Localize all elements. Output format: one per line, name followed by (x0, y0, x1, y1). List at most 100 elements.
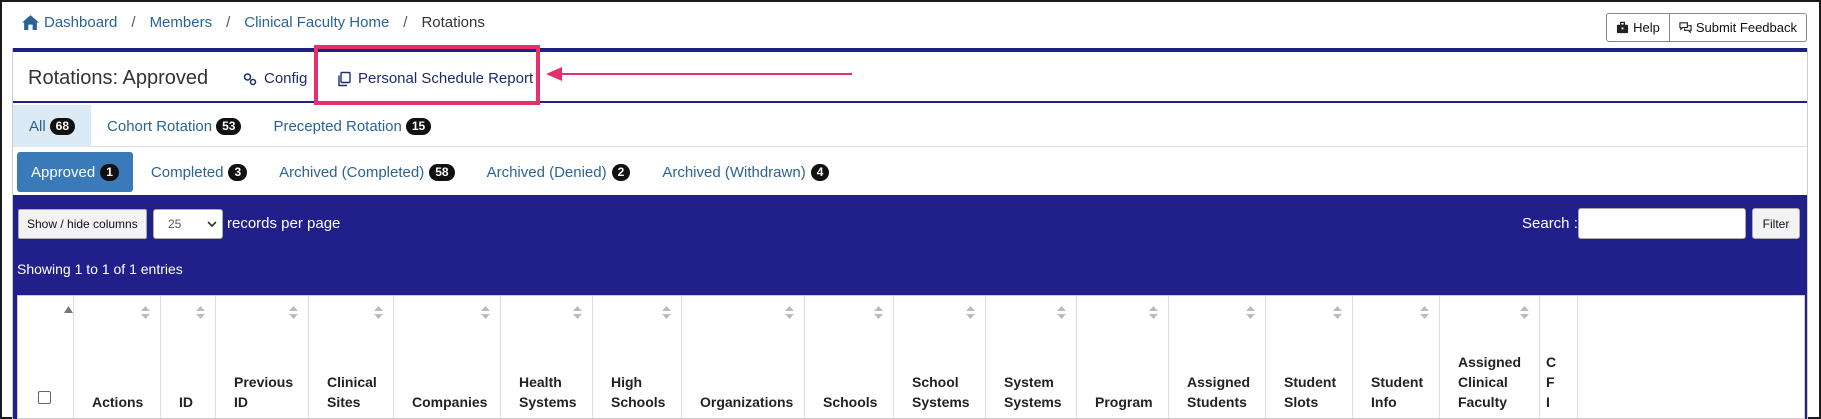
config-link[interactable]: Config (242, 70, 307, 87)
column-label-line: Actions (92, 394, 144, 410)
page-title: Rotations: Approved (28, 67, 209, 89)
count-badge: 68 (49, 117, 76, 135)
column-label-line: Schools (611, 394, 666, 410)
column-header-truncated[interactable]: CFI (1540, 296, 1578, 418)
column-label: Organizations (700, 392, 793, 412)
sort-icon (874, 306, 883, 319)
tab-approved[interactable]: Approved 1 (17, 152, 133, 192)
column-header-student-slots[interactable]: Student Slots (1266, 296, 1353, 418)
breadcrumb-separator: / (226, 14, 231, 31)
entries-info: Showing 1 to 1 of 1 entries (17, 261, 183, 277)
breadcrumb-separator: / (403, 14, 408, 31)
column-header-previous-id[interactable]: Previous ID (216, 296, 309, 418)
column-label: School Systems (912, 372, 970, 412)
column-label: Companies (412, 392, 487, 412)
column-label-line: ID (234, 394, 248, 410)
config-label: Config (264, 70, 308, 87)
column-label-line: Sites (327, 394, 361, 410)
count-badge: 1 (100, 163, 119, 181)
column-header-program[interactable]: Program (1077, 296, 1169, 418)
column-header-clinical-sites[interactable]: Clinical Sites (309, 296, 394, 418)
column-label-line: Assigned (1187, 374, 1251, 390)
tab-archived-denied[interactable]: Archived (Denied) 2 (473, 152, 645, 192)
tab-completed[interactable]: Completed 3 (137, 152, 261, 192)
sort-icon (141, 306, 150, 319)
panel-header: Rotations: Approved Config Personal Sche… (13, 52, 1807, 103)
sort-icon (1057, 306, 1066, 319)
column-label-line: Info (1371, 394, 1397, 410)
column-label-line: C (1546, 354, 1557, 370)
count-badge: 58 (429, 163, 455, 181)
tab-label: Approved (31, 163, 96, 181)
feedback-label: Submit Feedback (1695, 20, 1797, 35)
submit-feedback-button[interactable]: Submit Feedback (1669, 13, 1807, 42)
sort-icon (481, 306, 490, 319)
column-header-health-systems[interactable]: Health Systems (501, 296, 593, 418)
tab-archived-completed[interactable]: Archived (Completed) 58 (265, 152, 468, 192)
count-badge: 2 (611, 163, 631, 181)
column-label: Student Slots (1284, 372, 1336, 412)
select-all-checkbox[interactable] (38, 391, 51, 404)
column-header-high-schools[interactable]: High Schools (593, 296, 682, 418)
column-label-line: Previous (234, 374, 294, 390)
tab-label: Completed (150, 163, 224, 181)
column-label: Assigned Students (1187, 372, 1250, 412)
column-header-organizations[interactable]: Organizations (682, 296, 805, 418)
tab-cohort-rotation[interactable]: Cohort Rotation 53 (91, 105, 257, 147)
comments-icon (1679, 22, 1692, 34)
sort-icon (662, 306, 671, 319)
search-input[interactable] (1578, 208, 1746, 239)
help-label: Help (1633, 20, 1660, 35)
column-label-line: Organizations (700, 394, 794, 410)
column-header-assigned-students[interactable]: Assigned Students (1169, 296, 1266, 418)
column-header-assigned-clinical-faculty[interactable]: Assigned Clinical Faculty (1440, 296, 1540, 418)
column-header-school-systems[interactable]: School Systems (894, 296, 986, 418)
tab-archived-withdrawn[interactable]: Archived (Withdrawn) 4 (648, 152, 843, 192)
column-label: Schools (823, 392, 877, 412)
column-label-line: Student (1371, 374, 1424, 390)
sort-icon (289, 306, 298, 319)
count-badge: 15 (405, 117, 432, 135)
column-header-system-systems[interactable]: System Systems (986, 296, 1077, 418)
filter-button[interactable]: Filter (1752, 208, 1800, 239)
column-label-line: ID (179, 394, 193, 410)
breadcrumb-dashboard[interactable]: Dashboard (44, 14, 117, 31)
tab-all[interactable]: All 68 (13, 105, 92, 147)
column-header-actions[interactable]: Actions (74, 296, 161, 418)
column-header-schools[interactable]: Schools (805, 296, 894, 418)
annotation-arrow (546, 67, 852, 81)
breadcrumb-members[interactable]: Members (150, 14, 213, 31)
sort-icon (573, 306, 582, 319)
column-label-line: School (912, 374, 959, 390)
column-label-line: High (611, 374, 643, 390)
records-per-page-label: records per page (227, 215, 341, 232)
column-label: Health Systems (519, 372, 577, 412)
tab-label: Archived (Completed) (279, 163, 425, 181)
help-button[interactable]: Help (1606, 13, 1670, 42)
show-hide-columns-button[interactable]: Show / hide columns (18, 209, 147, 239)
column-label-line: Clinical (1458, 374, 1508, 390)
breadcrumb: Dashboard / Members / Clinical Faculty H… (22, 14, 485, 31)
column-label: High Schools (611, 372, 665, 412)
records-per-page-select[interactable]: 25 (153, 209, 223, 239)
sort-icon (1149, 306, 1158, 319)
column-label-line: Student (1284, 374, 1337, 390)
column-label-line: I (1546, 394, 1550, 410)
column-header-select[interactable] (18, 296, 74, 418)
column-header-student-info[interactable]: Student Info (1353, 296, 1440, 418)
column-header-companies[interactable]: Companies (394, 296, 501, 418)
tab-label: Archived (Withdrawn) (662, 163, 806, 181)
column-label: ID (179, 392, 193, 412)
rotation-status-tabs: Approved 1 Completed 3 Archived (Completed) 5… (17, 151, 847, 193)
tab-label: Archived (Denied) (486, 163, 607, 181)
sort-icon (785, 306, 794, 319)
breadcrumb-clinical-faculty-home[interactable]: Clinical Faculty Home (244, 14, 389, 31)
home-icon (22, 15, 39, 30)
column-label-line: Health (519, 374, 562, 390)
column-label-line: Students (1187, 394, 1247, 410)
column-header-id[interactable]: ID (161, 296, 216, 418)
rotation-type-tabs: All 68 Cohort Rotation 53 Precepted Rotation… (13, 105, 1807, 147)
column-label-line: Schools (823, 394, 878, 410)
column-label-line: Companies (412, 394, 488, 410)
tab-precepted-rotation[interactable]: Precepted Rotation 15 (257, 105, 447, 147)
